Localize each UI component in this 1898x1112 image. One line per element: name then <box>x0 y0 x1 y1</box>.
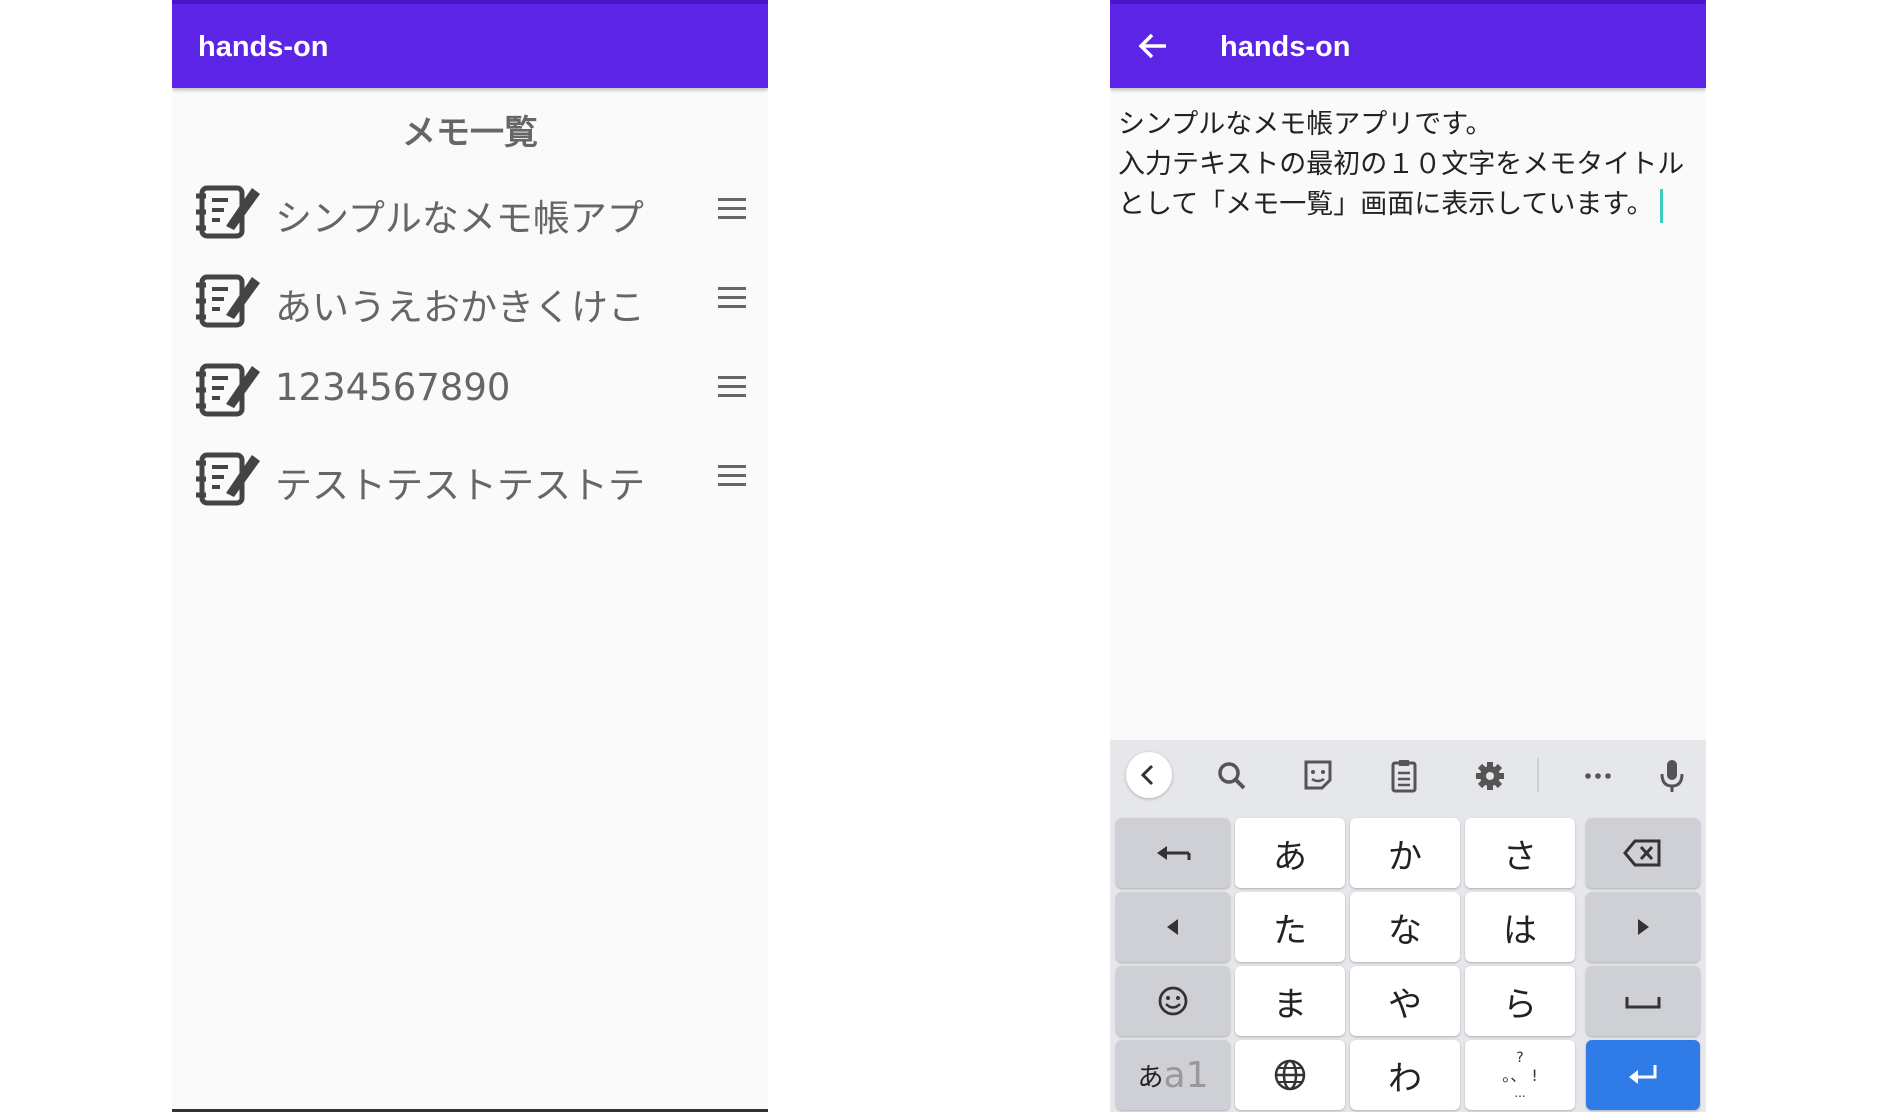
drag-handle-icon[interactable] <box>718 287 746 311</box>
memo-list: シンプルなメモ帳アプ あいうえおかきくけこ 1234567890 テストテストテ… <box>172 170 768 526</box>
space-key[interactable] <box>1586 966 1700 1036</box>
enter-key[interactable] <box>1586 1040 1700 1110</box>
kana-key-ma[interactable]: ま <box>1235 966 1345 1036</box>
memo-edit-icon <box>196 274 260 328</box>
text-cursor <box>1659 188 1663 223</box>
kana-key-na[interactable]: な <box>1350 892 1460 962</box>
back-arrow-icon[interactable] <box>1134 26 1174 66</box>
more-icon[interactable] <box>1576 754 1620 798</box>
keyboard-toolbar <box>1110 740 1706 810</box>
memo-list-item[interactable]: テストテストテストテ <box>172 437 768 526</box>
memo-list-item[interactable]: シンプルなメモ帳アプ <box>172 170 768 259</box>
mode-alpha-label: a1 <box>1163 1054 1209 1096</box>
chevron-left-icon[interactable] <box>1126 752 1172 798</box>
kana-key-a[interactable]: あ <box>1235 818 1345 888</box>
kana-key-ha[interactable]: は <box>1465 892 1575 962</box>
kana-key-ta[interactable]: た <box>1235 892 1345 962</box>
input-mode-key[interactable]: あ a1 <box>1116 1040 1230 1110</box>
memo-edit-screen: hands-on シンプルなメモ帳アプリです。 入力テキストの最初の１０文字をメ… <box>1110 0 1706 1112</box>
memo-edit-icon <box>196 452 260 506</box>
undo-key[interactable] <box>1116 818 1230 888</box>
editor-line: 入力テキストの最初の１０文字をメモタイトル <box>1118 149 1685 180</box>
editor-line: シンプルなメモ帳アプリです。 <box>1118 109 1493 140</box>
memo-title: シンプルなメモ帳アプ <box>275 197 644 240</box>
globe-icon <box>1274 1059 1306 1091</box>
software-keyboard: あ か さ た な は ま や ら あ a1 わ ? 。、 ! ... <box>1110 740 1706 1112</box>
language-key[interactable] <box>1235 1040 1345 1110</box>
microphone-icon[interactable] <box>1650 754 1694 798</box>
memo-title: テストテストテストテ <box>275 464 645 507</box>
memo-list-item[interactable]: あいうえおかきくけこ <box>172 259 768 348</box>
app-bar: hands-on <box>1110 0 1706 88</box>
backspace-key[interactable] <box>1586 818 1700 888</box>
memo-title: あいうえおかきくけこ <box>275 286 645 329</box>
drag-handle-icon[interactable] <box>718 198 746 222</box>
cursor-right-key[interactable] <box>1586 892 1700 962</box>
kana-key-sa[interactable]: さ <box>1465 818 1575 888</box>
emoji-key[interactable] <box>1116 966 1230 1036</box>
kana-key-ka[interactable]: か <box>1350 818 1460 888</box>
drag-handle-icon[interactable] <box>718 376 746 400</box>
drag-handle-icon[interactable] <box>718 465 746 489</box>
search-icon[interactable] <box>1210 754 1254 798</box>
sticker-icon[interactable] <box>1296 754 1340 798</box>
app-title: hands-on <box>1220 31 1351 63</box>
kana-key-ra[interactable]: ら <box>1465 966 1575 1036</box>
list-heading: メモ一覧 <box>402 113 538 153</box>
clipboard-icon[interactable] <box>1382 754 1426 798</box>
kana-key-wa[interactable]: わ <box>1350 1040 1460 1110</box>
memo-text-editor[interactable]: シンプルなメモ帳アプリです。 入力テキストの最初の１０文字をメモタイトル として… <box>1118 105 1698 225</box>
memo-title: 1234567890 <box>275 366 511 409</box>
punctuation-key[interactable]: ? 。、 ! ... <box>1465 1040 1575 1110</box>
editor-line: として「メモ一覧」画面に表示しています。 <box>1118 185 1698 225</box>
mode-hiragana-label: あ <box>1137 1062 1164 1093</box>
memo-list-item[interactable]: 1234567890 <box>172 348 768 437</box>
app-title: hands-on <box>198 31 329 63</box>
kana-key-ya[interactable]: や <box>1350 966 1460 1036</box>
cursor-left-key[interactable] <box>1116 892 1230 962</box>
memo-edit-icon <box>196 363 260 417</box>
settings-icon[interactable] <box>1468 754 1512 798</box>
toolbar-divider <box>1537 758 1539 792</box>
memo-list-screen: hands-on メモ一覧 シンプルなメモ帳アプ あいうえおかきくけこ 1234… <box>172 0 768 1112</box>
app-bar: hands-on <box>172 0 768 88</box>
memo-edit-icon <box>196 185 260 239</box>
